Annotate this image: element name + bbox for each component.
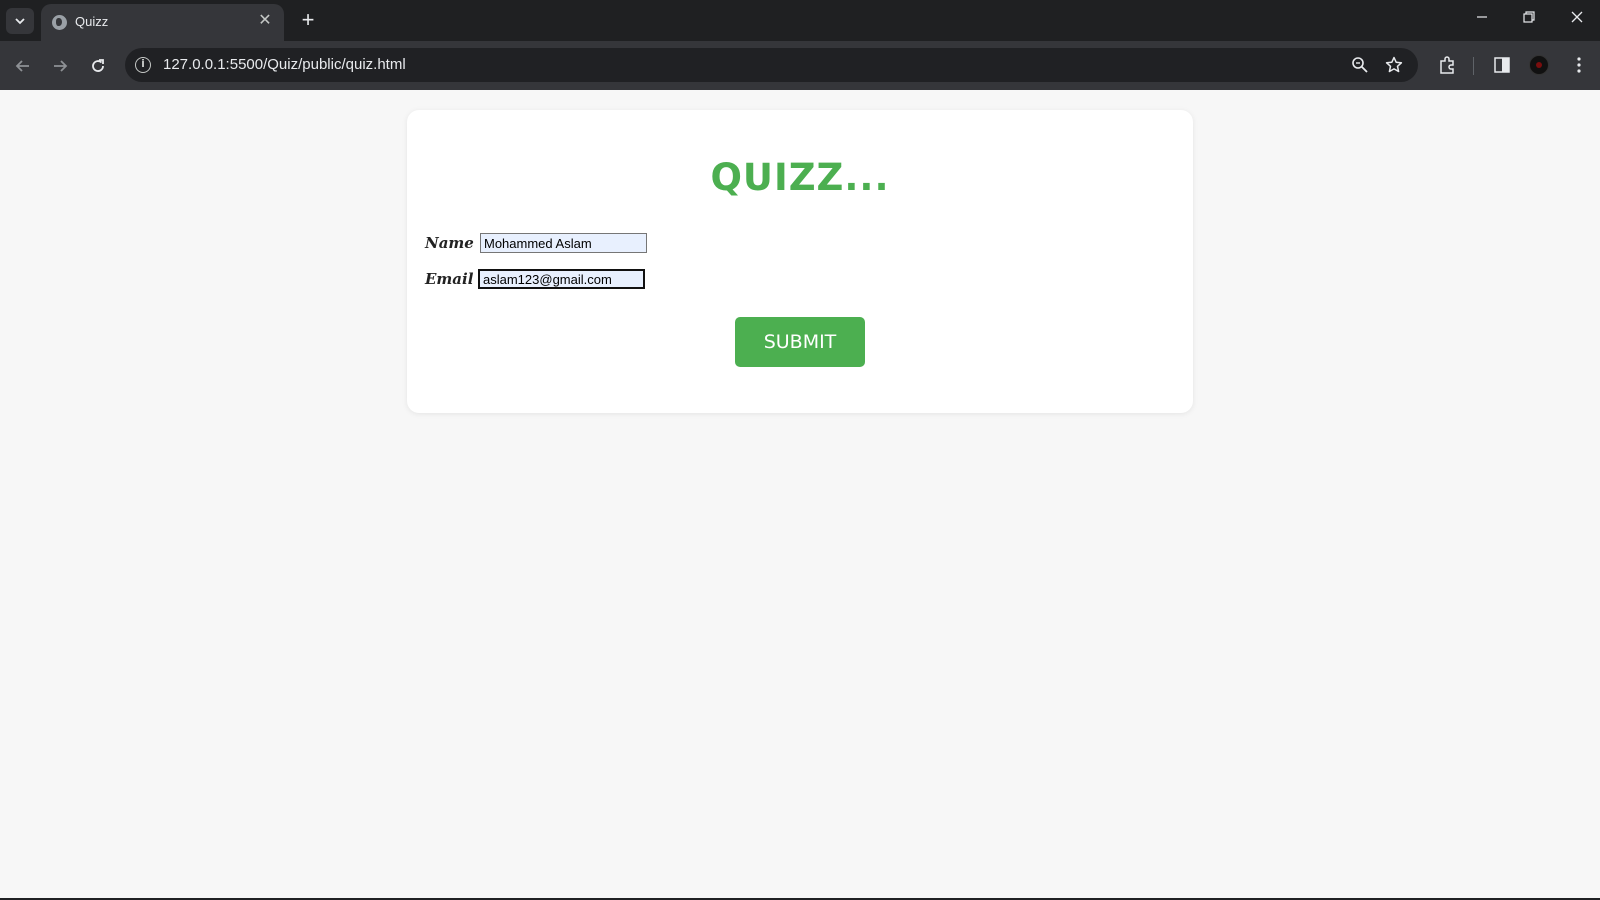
close-icon[interactable]: ✕ [256,12,274,30]
tab-title: Quizz [75,14,109,29]
info-icon[interactable] [135,57,151,73]
name-label: Name : [425,234,485,252]
zoom-icon[interactable] [1349,54,1371,76]
star-icon[interactable] [1383,54,1405,76]
back-arrow-icon[interactable] [10,53,36,79]
toolbar-divider [1473,57,1474,75]
url-text[interactable]: 127.0.0.1:5500/Quiz/public/quiz.html [163,56,406,73]
forward-arrow-icon[interactable] [47,53,73,79]
kebab-menu-icon[interactable] [1567,53,1591,77]
page-title: QUIZZ... [710,156,890,199]
plus-icon[interactable]: + [296,9,320,33]
tab-search-icon[interactable] [6,8,34,34]
submit-button[interactable]: SUBMIT [735,317,865,367]
globe-icon [52,15,67,30]
email-label: Email : [425,270,485,288]
extensions-icon[interactable] [1436,53,1460,77]
tab-quizz[interactable]: Quizz ✕ [41,4,284,41]
browser-toolbar: 127.0.0.1:5500/Quiz/public/quiz.html [0,41,1600,90]
restore-icon[interactable] [1517,9,1541,33]
avatar[interactable] [1529,55,1549,75]
address-bar[interactable]: 127.0.0.1:5500/Quiz/public/quiz.html [125,48,1418,82]
reload-icon[interactable] [85,53,111,79]
quiz-card: QUIZZ... Name : Email : SUBMIT [407,110,1193,413]
side-panel-icon[interactable] [1490,53,1514,77]
window-close-icon[interactable] [1565,9,1589,33]
email-field[interactable] [478,269,645,289]
tab-strip: Quizz ✕ + [0,0,1600,41]
minimize-icon[interactable] [1470,9,1494,33]
name-field[interactable] [480,233,647,253]
